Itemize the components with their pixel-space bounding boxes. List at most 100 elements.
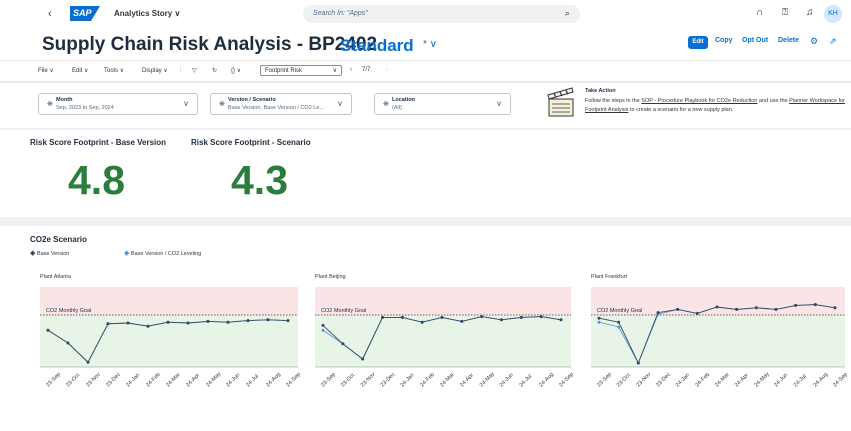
filter-month[interactable]: ❋ Month Sep, 2023 to Sep, 2024 ∨ bbox=[38, 93, 198, 115]
filter-token-icon: ❋ bbox=[219, 101, 225, 108]
data-point bbox=[460, 319, 464, 323]
x-tick-label: 23-Sep bbox=[45, 372, 62, 389]
legend-item-leveling[interactable]: ◆ Base Version / CO2 Leveling bbox=[124, 249, 201, 257]
data-point bbox=[617, 320, 621, 324]
headset-icon[interactable]: ∩ bbox=[756, 7, 763, 18]
playbook-link[interactable]: SOP - Procedure Playbook for CO2e Reduct… bbox=[641, 98, 757, 104]
data-point bbox=[86, 360, 90, 364]
data-point bbox=[794, 303, 798, 307]
goal-label: CO2 Monthly Goal bbox=[321, 308, 366, 314]
data-point bbox=[126, 321, 130, 325]
chevron-down-icon: ∨ bbox=[183, 99, 189, 108]
goal-label: CO2 Monthly Goal bbox=[597, 308, 642, 314]
data-point bbox=[715, 305, 719, 309]
x-tick-label: 24-Apr bbox=[459, 372, 475, 388]
refresh-icon[interactable]: ↻ bbox=[212, 67, 217, 74]
data-point bbox=[519, 315, 523, 319]
x-tick-label: 24-Aug bbox=[538, 372, 555, 389]
x-tick-label: 24-Apr bbox=[185, 372, 201, 388]
page-select[interactable]: Footprint Risk ∨ bbox=[260, 65, 342, 76]
data-point bbox=[420, 320, 424, 324]
x-tick-label: 24-Jun bbox=[773, 372, 789, 388]
x-tick-label: 23-Oct bbox=[340, 372, 356, 388]
data-point bbox=[186, 321, 190, 325]
x-tick-label: 24-Mar bbox=[439, 372, 456, 389]
x-tick-label: 24-Jul bbox=[793, 374, 808, 389]
search-icon[interactable]: ⌕ bbox=[565, 8, 570, 19]
variant-chevron-icon[interactable]: * ∨ bbox=[423, 39, 437, 50]
share-icon[interactable]: ⇗ bbox=[829, 36, 837, 47]
x-tick-label: 24-May bbox=[205, 371, 222, 388]
data-point bbox=[813, 303, 817, 307]
tools-menu[interactable]: Tools ∨ bbox=[104, 67, 124, 74]
x-tick-label: 24-Feb bbox=[145, 372, 162, 389]
chevron-down-icon: ∨ bbox=[332, 68, 337, 74]
delete-button[interactable]: Delete bbox=[778, 37, 799, 44]
data-point bbox=[381, 315, 384, 319]
x-tick-label: 23-Nov bbox=[360, 371, 377, 388]
legend-item-base[interactable]: ◆ Base Version bbox=[30, 249, 69, 257]
data-point bbox=[400, 315, 404, 319]
sap-logo[interactable]: SAP bbox=[70, 6, 100, 21]
x-tick-label: 24-Apr bbox=[734, 372, 750, 388]
below-goal-zone bbox=[591, 315, 845, 367]
x-tick-label: 24-Mar bbox=[165, 372, 182, 389]
x-tick-label: 23-Oct bbox=[616, 372, 632, 388]
x-tick-label: 24-May bbox=[479, 371, 496, 388]
search-placeholder: Search In: "Apps" bbox=[313, 10, 368, 17]
help-icon[interactable]: ⍰ bbox=[782, 7, 788, 18]
opt-out-button[interactable]: Opt Out bbox=[742, 37, 768, 44]
bell-icon[interactable]: ♫ bbox=[806, 7, 814, 18]
data-point bbox=[500, 318, 503, 322]
search-input[interactable]: Search In: "Apps" ⌕ bbox=[303, 5, 580, 23]
edit-button[interactable]: Edit bbox=[688, 36, 708, 49]
page-counter: 7/7 bbox=[362, 67, 371, 73]
data-point bbox=[617, 325, 621, 329]
line-chart-frankfurt[interactable]: CO2 Monthly Goal 23-Sep 23-Oct 23-Nov 23-Dec… bbox=[591, 287, 849, 397]
data-point bbox=[206, 319, 210, 323]
line-chart-atlanta[interactable]: CO2 Monthly Goal 23-Sep 23-Oct 23-Nov 23-Dec… bbox=[40, 287, 302, 397]
display-menu[interactable]: Display ∨ bbox=[142, 67, 168, 74]
data-point bbox=[754, 306, 758, 310]
x-tick-label: 24-Jun bbox=[499, 372, 515, 388]
chevron-down-icon: ∨ bbox=[496, 99, 502, 108]
data-point bbox=[695, 311, 699, 315]
prev-page-icon[interactable]: ‹ bbox=[350, 67, 352, 73]
x-tick-label: 23-Nov bbox=[636, 371, 653, 388]
shell-bar: ‹ SAP Analytics Story ∨ Search In: "Apps… bbox=[0, 0, 851, 28]
app-name-menu[interactable]: Analytics Story ∨ bbox=[114, 9, 180, 18]
edit-menu[interactable]: Edit ∨ bbox=[72, 67, 88, 74]
chevron-down-icon: ∨ bbox=[337, 99, 343, 108]
settings-icon[interactable]: ⚙ bbox=[810, 36, 818, 47]
data-point bbox=[341, 342, 345, 346]
data-point bbox=[597, 320, 601, 324]
goal-label: CO2 Monthly Goal bbox=[46, 308, 91, 314]
story-toolbar bbox=[0, 60, 851, 82]
variant-selector[interactable]: Standard bbox=[340, 36, 414, 56]
avatar[interactable]: KH bbox=[824, 5, 842, 23]
x-tick-label: 24-Mar bbox=[714, 372, 731, 389]
x-tick-label: 24-Aug bbox=[265, 372, 282, 389]
data-point bbox=[774, 307, 778, 311]
filter-value: (All) bbox=[392, 105, 402, 111]
x-tick-label: 24-Jan bbox=[125, 372, 141, 388]
back-button[interactable]: ‹ bbox=[48, 8, 52, 20]
variables-icon[interactable]: {} ∨ bbox=[231, 67, 241, 74]
toolbar-divider: | bbox=[180, 67, 182, 73]
data-point bbox=[597, 316, 601, 320]
filter-version-scenario[interactable]: ❋ Version / Scenario Base Version, Base … bbox=[210, 93, 352, 115]
kpi-value-scenario: 4.3 bbox=[231, 157, 288, 203]
data-point bbox=[636, 361, 640, 365]
filter-label: Version / Scenario bbox=[228, 97, 276, 103]
filter-location[interactable]: ❋ Location (All) ∨ bbox=[374, 93, 511, 115]
page-title: Supply Chain Risk Analysis - BP2402 bbox=[42, 34, 378, 55]
data-point bbox=[321, 323, 325, 327]
line-chart-beijing[interactable]: CO2 Monthly Goal 23-Sep 23-Oct 23-Nov 23-Dec… bbox=[315, 287, 575, 397]
data-point bbox=[266, 318, 270, 322]
file-menu[interactable]: File ∨ bbox=[38, 67, 54, 74]
copy-button[interactable]: Copy bbox=[715, 37, 733, 44]
next-page-icon[interactable]: › bbox=[386, 67, 388, 73]
x-tick-label: 23-Sep bbox=[596, 372, 613, 389]
x-tick-label: 24-Aug bbox=[813, 372, 830, 389]
filter-icon[interactable]: ▽ bbox=[192, 67, 197, 74]
